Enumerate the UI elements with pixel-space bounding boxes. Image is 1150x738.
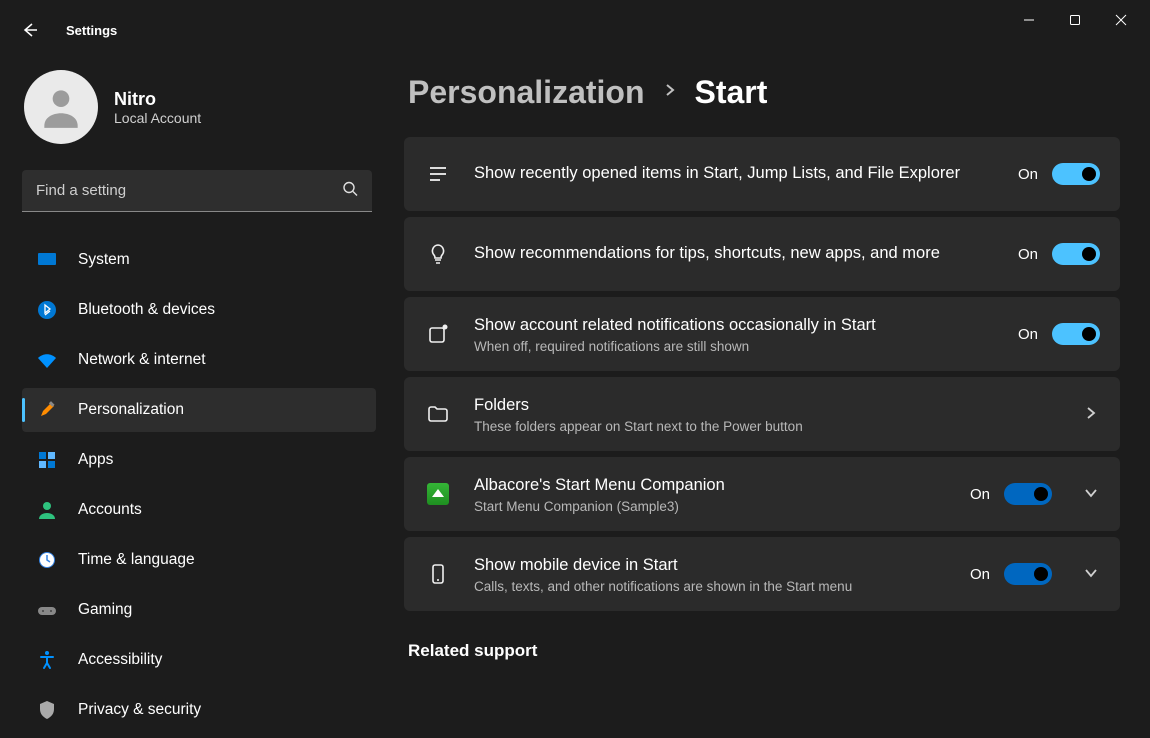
minimize-button[interactable] bbox=[1006, 4, 1052, 36]
apps-icon bbox=[36, 449, 58, 471]
nav-network[interactable]: Network & internet bbox=[22, 338, 376, 382]
user-block[interactable]: Nitro Local Account bbox=[22, 70, 376, 144]
chevron-down-icon[interactable] bbox=[1084, 486, 1100, 502]
setting-title: Show account related notifications occas… bbox=[474, 314, 996, 337]
breadcrumb-current: Start bbox=[695, 74, 768, 111]
folder-icon bbox=[424, 400, 452, 428]
main-content: Personalization Start Show recently open… bbox=[390, 40, 1150, 738]
avatar bbox=[24, 70, 98, 144]
setting-subtitle: These folders appear on Start next to th… bbox=[474, 419, 1052, 434]
companion-icon bbox=[424, 480, 452, 508]
wifi-icon bbox=[36, 349, 58, 371]
nav-personalization[interactable]: Personalization bbox=[22, 388, 376, 432]
gamepad-icon bbox=[36, 599, 58, 621]
setting-account_notif: Show account related notifications occas… bbox=[404, 297, 1120, 371]
display-icon bbox=[36, 249, 58, 271]
nav-bluetooth[interactable]: Bluetooth & devices bbox=[22, 288, 376, 332]
close-button[interactable] bbox=[1098, 4, 1144, 36]
shield-icon bbox=[36, 699, 58, 721]
square_dot-icon bbox=[424, 320, 452, 348]
setting-subtitle: When off, required notifications are sti… bbox=[474, 339, 996, 354]
toggle-state-label: On bbox=[970, 566, 990, 583]
back-button[interactable] bbox=[22, 22, 38, 38]
chevron-right-icon bbox=[663, 83, 677, 102]
maximize-button[interactable] bbox=[1052, 4, 1098, 36]
clock-icon bbox=[36, 549, 58, 571]
nav: System Bluetooth & devices Network & int… bbox=[22, 238, 376, 738]
toggle-switch[interactable] bbox=[1004, 483, 1052, 505]
toggle-state-label: On bbox=[1018, 246, 1038, 263]
setting-title: Show recently opened items in Start, Jum… bbox=[474, 162, 996, 185]
related-support-heading: Related support bbox=[404, 641, 1120, 661]
toggle-state-label: On bbox=[970, 486, 990, 503]
setting-title: Show recommendations for tips, shortcuts… bbox=[474, 242, 996, 265]
breadcrumb: Personalization Start bbox=[404, 74, 1120, 111]
nav-system[interactable]: System bbox=[22, 238, 376, 282]
phone-icon bbox=[424, 560, 452, 588]
list-icon bbox=[424, 160, 452, 188]
nav-privacy[interactable]: Privacy & security bbox=[22, 688, 376, 732]
breadcrumb-parent[interactable]: Personalization bbox=[408, 74, 645, 111]
user-account-type: Local Account bbox=[114, 110, 201, 126]
setting-tips: Show recommendations for tips, shortcuts… bbox=[404, 217, 1120, 291]
toggle-switch[interactable] bbox=[1052, 243, 1100, 265]
toggle-switch[interactable] bbox=[1052, 163, 1100, 185]
toggle-switch[interactable] bbox=[1052, 323, 1100, 345]
setting-recent: Show recently opened items in Start, Jum… bbox=[404, 137, 1120, 211]
setting-mobile: Show mobile device in Start Calls, texts,… bbox=[404, 537, 1120, 611]
search-box[interactable] bbox=[22, 170, 372, 212]
search-icon bbox=[342, 181, 358, 202]
accessibility-icon bbox=[36, 649, 58, 671]
setting-title: Albacore's Start Menu Companion bbox=[474, 474, 948, 497]
chevron-down-icon[interactable] bbox=[1084, 566, 1100, 582]
titlebar: Settings bbox=[0, 0, 1150, 40]
toggle-state-label: On bbox=[1018, 326, 1038, 343]
nav-gaming[interactable]: Gaming bbox=[22, 588, 376, 632]
search-input[interactable] bbox=[22, 170, 372, 212]
setting-subtitle: Start Menu Companion (Sample3) bbox=[474, 499, 948, 514]
bulb-icon bbox=[424, 240, 452, 268]
setting-title: Folders bbox=[474, 394, 1052, 417]
toggle-state-label: On bbox=[1018, 166, 1038, 183]
person-icon bbox=[36, 499, 58, 521]
setting-subtitle: Calls, texts, and other notifications ar… bbox=[474, 579, 948, 594]
nav-apps[interactable]: Apps bbox=[22, 438, 376, 482]
nav-accounts[interactable]: Accounts bbox=[22, 488, 376, 532]
toggle-switch[interactable] bbox=[1004, 563, 1052, 585]
chevron-right-icon[interactable] bbox=[1084, 406, 1100, 422]
bluetooth-icon bbox=[36, 299, 58, 321]
setting-title: Show mobile device in Start bbox=[474, 554, 948, 577]
app-title: Settings bbox=[66, 23, 117, 38]
setting-folders[interactable]: Folders These folders appear on Start nex… bbox=[404, 377, 1120, 451]
nav-accessibility[interactable]: Accessibility bbox=[22, 638, 376, 682]
user-name: Nitro bbox=[114, 89, 201, 110]
brush-icon bbox=[36, 399, 58, 421]
setting-companion: Albacore's Start Menu Companion Start Men… bbox=[404, 457, 1120, 531]
nav-time-language[interactable]: Time & language bbox=[22, 538, 376, 582]
sidebar: Nitro Local Account System Bluetooth & d… bbox=[0, 40, 390, 738]
